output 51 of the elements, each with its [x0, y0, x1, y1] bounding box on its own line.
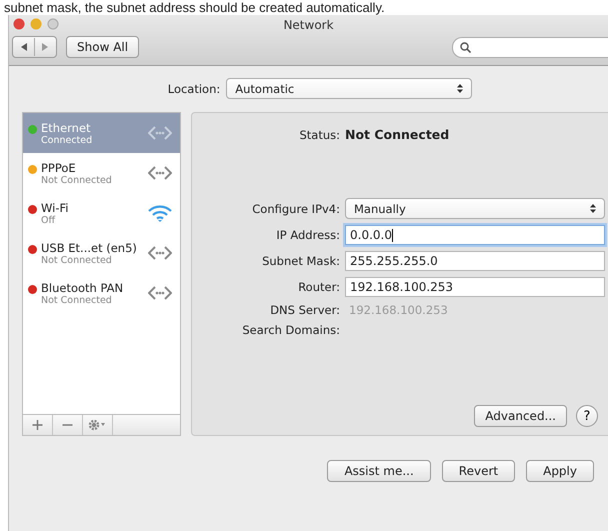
status-label: Status: [298, 128, 340, 142]
service-status: Not Connected [41, 174, 113, 186]
field-value: 192.168.100.253 [348, 303, 449, 317]
forward-icon[interactable] [40, 42, 50, 52]
back-forward-control[interactable] [12, 36, 57, 58]
back-icon[interactable] [19, 42, 29, 52]
caption-text: subnet mask, the subnet address should be created automatically. [3, 0, 386, 15]
status-dot [28, 205, 37, 214]
service-item[interactable]: PPPoE Not Connected [23, 153, 180, 193]
service-name: Wi-Fi [41, 200, 70, 214]
service-name: Ethernet [41, 120, 92, 134]
status-dot [28, 245, 37, 254]
advanced-button[interactable]: Advanced... [474, 405, 567, 427]
close-icon[interactable] [13, 18, 25, 30]
action-button[interactable]: Apply [526, 460, 594, 482]
service-item[interactable]: USB Et...et (en5) Not Connected [23, 233, 180, 273]
search-field[interactable] [452, 36, 608, 58]
service-status: Connected [41, 134, 94, 146]
input-field[interactable]: 192.168.100.253 [345, 277, 605, 297]
updown-icon [590, 204, 596, 213]
service-name: PPPoE [41, 160, 77, 174]
input-field[interactable]: 0.0.0.0 [345, 225, 605, 245]
status-dot [28, 285, 37, 294]
help-button[interactable]: ? [576, 405, 598, 427]
window-title: Network [283, 18, 334, 32]
search-icon [460, 42, 471, 52]
field-label: IP Address: [275, 228, 340, 242]
location-label: Location: [168, 82, 220, 96]
zoom-icon[interactable] [47, 18, 59, 30]
service-name: USB Et...et (en5) [41, 240, 138, 254]
service-name: Bluetooth PAN [41, 280, 124, 294]
field-label: DNS Server: [269, 303, 340, 317]
service-item[interactable]: Wi-Fi Off [23, 193, 180, 233]
service-item[interactable]: Bluetooth PAN Not Connected [23, 273, 180, 313]
service-status: Not Connected [41, 254, 113, 266]
input-field[interactable]: 255.255.255.0 [345, 251, 605, 271]
status-value: Not Connected [345, 127, 450, 142]
show-all-button[interactable]: Show All [66, 36, 140, 58]
field-label: Configure IPv4: [251, 202, 340, 216]
location-dropdown[interactable]: Automatic [226, 78, 472, 99]
field-label: Search Domains: [241, 323, 340, 337]
service-status: Not Connected [41, 294, 113, 306]
status-dot [28, 125, 37, 134]
action-button[interactable]: Assist me... [327, 460, 431, 482]
field-label: Router: [297, 280, 340, 294]
field-label: Subnet Mask: [261, 254, 340, 268]
service-status: Off [41, 214, 56, 226]
updown-icon [457, 84, 464, 93]
action-button[interactable]: Revert [442, 460, 516, 482]
status-dot [28, 165, 37, 174]
configure-dropdown[interactable]: Manually [345, 198, 605, 219]
